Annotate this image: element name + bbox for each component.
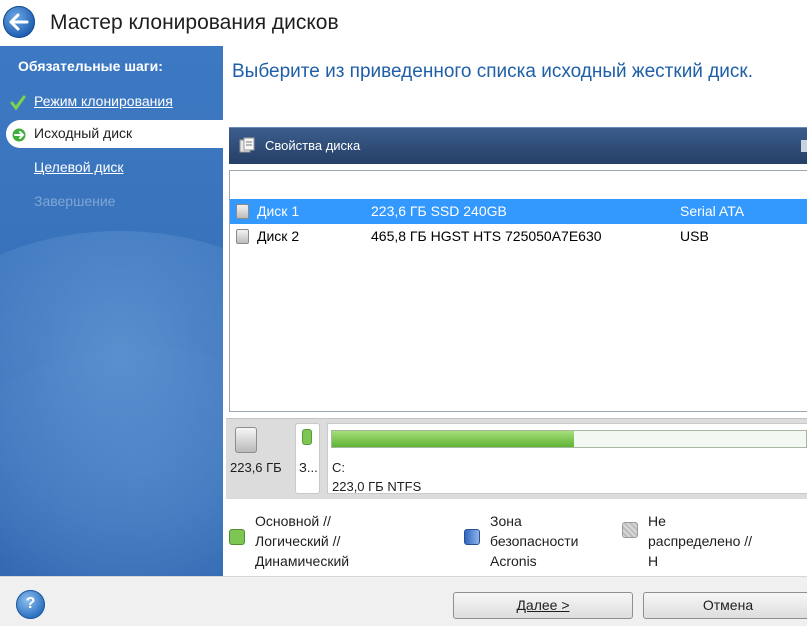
wizard-footer: ? Далее > Отмена xyxy=(0,576,807,626)
disk-properties-label: Свойства диска xyxy=(265,138,361,153)
help-icon[interactable]: ? xyxy=(16,590,45,619)
step-clone-mode[interactable]: Режим клонирования xyxy=(0,88,223,116)
checkmark-icon xyxy=(10,95,26,111)
hard-disk-icon xyxy=(236,204,249,219)
legend-label: Основной // Логический // Динамический xyxy=(255,513,350,569)
back-arrow-icon[interactable] xyxy=(3,6,35,38)
disk-row[interactable]: Диск 1 223,6 ГБ SSD 240GB Serial ATA xyxy=(230,199,807,224)
next-button-label: Далее > xyxy=(516,597,570,613)
toolbar-overflow-icon[interactable] xyxy=(801,140,807,152)
disk-row[interactable]: Диск 2 465,8 ГБ HGST HTS 725050A7E630 US… xyxy=(230,224,807,249)
disk-details: 465,8 ГБ HGST HTS 725050A7E630 xyxy=(371,228,602,244)
help-glyph: ? xyxy=(25,595,36,612)
disk-name: Диск 1 xyxy=(257,203,300,219)
reserved-partition-block[interactable]: З... xyxy=(295,423,320,494)
sidebar-decoration xyxy=(0,346,223,576)
disk-toolbar: Свойства диска xyxy=(229,127,807,164)
legend-label: Зона безопасности Acronis xyxy=(490,513,579,569)
disk-interface: Serial ATA xyxy=(680,203,745,219)
step-label[interactable]: Режим клонирования xyxy=(34,93,173,109)
partition-type-icon xyxy=(302,429,312,445)
legend-swatch xyxy=(622,522,638,538)
hard-disk-icon xyxy=(235,427,257,453)
cancel-button-label: Отмена xyxy=(702,597,754,613)
next-button[interactable]: Далее > xyxy=(453,592,633,619)
step-target-disk[interactable]: Целевой диск xyxy=(0,154,223,182)
disk-properties-icon xyxy=(239,137,255,153)
disk-name: Диск 2 xyxy=(257,228,300,244)
disk-interface: USB xyxy=(680,228,709,244)
step-finish: Завершение xyxy=(0,188,223,216)
disk-size-label: 223,6 ГБ xyxy=(230,460,282,475)
partition-details: 223,0 ГБ NTFS xyxy=(332,479,422,494)
partition-label: C: xyxy=(332,460,345,475)
reserved-partition-label: З... xyxy=(299,460,318,475)
step-source-disk[interactable]: Исходный диск xyxy=(6,120,223,148)
disk-list[interactable]: Диск 1 223,6 ГБ SSD 240GB Serial ATA Дис… xyxy=(229,170,807,412)
disk-layout-map: 223,6 ГБ З... C: 223,0 ГБ NTFS xyxy=(226,418,807,499)
required-steps-heading: Обязательные шаги: xyxy=(18,58,163,74)
disk-details: 223,6 ГБ SSD 240GB xyxy=(371,203,507,219)
partition-usage-fill xyxy=(332,431,574,447)
cancel-button[interactable]: Отмена xyxy=(643,592,807,619)
steps-sidebar: Обязательные шаги: Режим клонирования Ис… xyxy=(0,46,223,576)
legend-swatch xyxy=(229,529,245,545)
step-label: Завершение xyxy=(34,193,116,209)
step-label[interactable]: Целевой диск xyxy=(34,159,124,175)
partition-legend: Основной // Логический // Динамический З… xyxy=(229,510,807,589)
legend-swatch xyxy=(464,529,480,545)
hard-disk-icon xyxy=(236,229,249,244)
step-label: Исходный диск xyxy=(34,125,133,141)
partition-usage-bar xyxy=(331,430,807,448)
current-step-arrow-icon xyxy=(12,128,26,142)
page-heading: Выберите из приведенного списка исходный… xyxy=(232,61,753,82)
window-title: Мастер клонирования дисков xyxy=(50,11,339,34)
partition-c-block[interactable]: C: 223,0 ГБ NTFS xyxy=(327,423,807,494)
title-bar: Мастер клонирования дисков xyxy=(0,0,807,46)
